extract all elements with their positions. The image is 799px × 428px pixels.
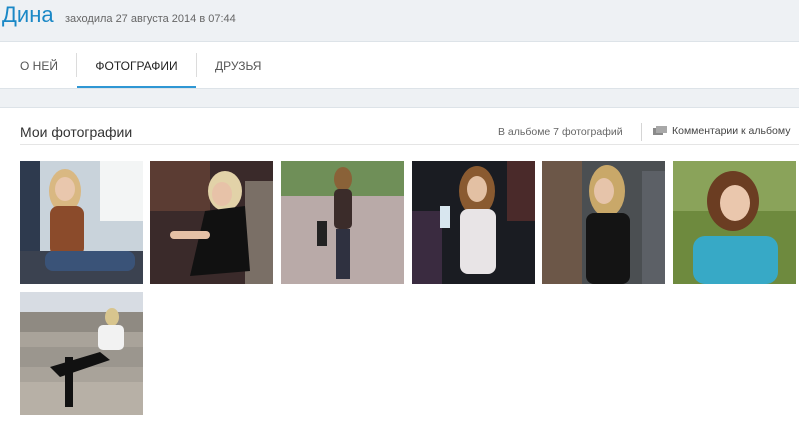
- photo-thumbnail[interactable]: [150, 161, 273, 284]
- profile-name[interactable]: Дина: [2, 2, 54, 28]
- comment-icon: [653, 126, 667, 135]
- photo-image: [542, 161, 665, 284]
- photo-thumbnail[interactable]: [20, 292, 143, 415]
- photo-thumbnail[interactable]: [281, 161, 404, 284]
- last-seen-text: заходила 27 августа 2014 в 07:44: [65, 13, 236, 25]
- photo-thumbnail[interactable]: [673, 161, 796, 284]
- photo-image: [412, 161, 535, 284]
- tab-about[interactable]: О НЕЙ: [20, 42, 58, 88]
- photo-image: [673, 161, 796, 284]
- photos-panel: Мои фотографии В альбоме 7 фотографий Ко…: [0, 107, 799, 428]
- album-comments-label: Комментарии к альбому: [672, 125, 791, 137]
- tab-friends[interactable]: ДРУЗЬЯ: [215, 42, 261, 88]
- tab-divider: [196, 53, 197, 77]
- photo-count: В альбоме 7 фотографий: [498, 126, 623, 138]
- photo-thumbnail[interactable]: [542, 161, 665, 284]
- photo-image: [20, 161, 143, 284]
- photo-image: [281, 161, 404, 284]
- section-title: Мои фотографии: [20, 124, 133, 140]
- photo-image: [20, 292, 143, 415]
- photo-thumbnail[interactable]: [412, 161, 535, 284]
- photo-thumbnail[interactable]: [20, 161, 143, 284]
- profile-header: Дина заходила 27 августа 2014 в 07:44: [0, 0, 799, 40]
- profile-tabs: О НЕЙ ФОТОГРАФИИ ДРУЗЬЯ: [0, 41, 799, 89]
- photo-image: [150, 161, 273, 284]
- section-underline: [20, 144, 799, 145]
- tab-photos[interactable]: ФОТОГРАФИИ: [77, 42, 196, 88]
- divider: [641, 123, 642, 141]
